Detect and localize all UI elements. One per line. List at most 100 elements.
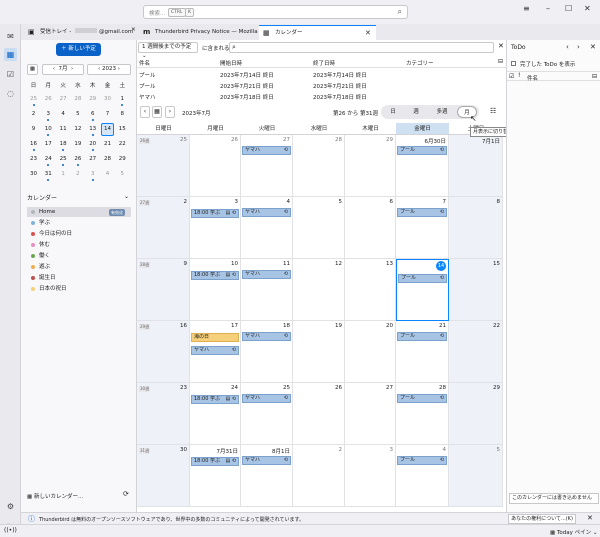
minical-day[interactable]: 3 [42, 108, 55, 121]
calendar-item[interactable]: 休む [27, 240, 131, 250]
settings-icon[interactable]: ⚙ [4, 500, 17, 513]
chevron-left-icon[interactable]: ‹ [98, 66, 100, 72]
calendar-item[interactable]: 遊ぶ [27, 262, 131, 272]
event-block[interactable]: ヤマハ ⟲ [191, 346, 239, 355]
close-icon[interactable]: ✕ [498, 42, 504, 50]
view-multiweek[interactable]: 多週 [429, 106, 455, 118]
day-cell[interactable]: 26週 25 [137, 135, 190, 197]
minical-day[interactable]: 4 [101, 168, 114, 181]
chevron-right-icon[interactable]: › [71, 66, 73, 72]
minical-day[interactable]: 14 [101, 123, 114, 136]
new-calendar-button[interactable]: ▦ 新しいカレンダー... [27, 492, 83, 500]
minical-day[interactable]: 29 [116, 153, 129, 166]
calendar-item[interactable]: 学ぶ [27, 218, 131, 228]
day-cell[interactable]: 24 18:00 学ぶ ▤ ⟲ [190, 383, 241, 445]
chevron-left-icon[interactable]: ‹ [566, 43, 569, 51]
minical-day[interactable]: 30 [27, 168, 40, 181]
mail-icon[interactable]: ✉ [4, 30, 17, 43]
today-pane-toggle[interactable]: ▦ Today ペイン ⌄ [550, 528, 597, 536]
day-cell[interactable]: 5 [449, 445, 503, 507]
event-block[interactable]: 海の日 [191, 333, 239, 342]
chevron-left-icon[interactable]: ‹ [53, 66, 55, 72]
minical-day[interactable]: 18 [57, 138, 70, 151]
calendar-item[interactable]: Home 有効化 [27, 207, 131, 217]
day-cell[interactable]: 3 18:00 学ぶ ▤ ⟲ [190, 197, 241, 259]
event-block[interactable]: プール ⟲ [397, 146, 447, 155]
day-cell[interactable]: 27週 2 [137, 197, 190, 259]
col-end[interactable]: 終了日時 [313, 59, 335, 67]
minical-day[interactable]: 27 [57, 93, 70, 106]
day-cell[interactable]: 19 [293, 321, 345, 383]
minical-day[interactable]: 2 [71, 168, 84, 181]
day-cell[interactable]: 28 [293, 135, 345, 197]
event-block[interactable]: プール ⟲ [397, 456, 447, 465]
day-cell[interactable]: 14 プール ⟲ [396, 259, 449, 321]
day-cell[interactable]: 25 ヤマハ ⟲ [241, 383, 293, 445]
day-cell[interactable]: 11 ヤマハ ⟲ [241, 259, 293, 321]
event-block[interactable]: プール ⟲ [398, 274, 447, 283]
minical-day[interactable]: 12 [71, 123, 84, 136]
minical-day[interactable]: 5 [71, 108, 84, 121]
event-block[interactable]: 18:00 学ぶ ▤ ⟲ [191, 395, 239, 404]
filter-select[interactable]: 1 週間後までの予定 ⌄ [138, 42, 198, 59]
day-cell[interactable]: 15 [449, 259, 503, 321]
day-cell[interactable]: 29 [449, 383, 503, 445]
calendar-space-icon[interactable]: ▦ [4, 48, 17, 61]
day-cell[interactable]: 2 [293, 445, 345, 507]
day-cell[interactable]: 22 [449, 321, 503, 383]
event-block[interactable]: ヤマハ ⟲ [242, 270, 291, 279]
event-block[interactable]: 18:00 学ぶ ▤ ⟲ [191, 457, 239, 466]
chevron-right-icon[interactable]: › [118, 66, 120, 72]
event-block[interactable]: ヤマハ ⟲ [242, 332, 291, 341]
day-cell[interactable]: 20 [345, 321, 396, 383]
minical-day[interactable]: 1 [116, 93, 129, 106]
chat-icon[interactable]: ◌ [4, 87, 17, 100]
minical-day[interactable]: 29 [86, 93, 99, 106]
tab-inbox[interactable]: ▣ 受信トレイ - @gmail.com [24, 25, 136, 40]
col-start[interactable]: 開始日時 [220, 59, 242, 67]
chevron-right-icon[interactable]: › [577, 43, 580, 51]
event-block[interactable]: ヤマハ ⟲ [242, 146, 291, 155]
tab-calendar[interactable]: ▦ カレンダー ✕ [259, 25, 376, 40]
view-week[interactable]: 週 [405, 106, 427, 118]
tab-close-icon[interactable]: ✕ [131, 27, 136, 33]
event-block[interactable]: ヤマハ ⟲ [242, 456, 291, 465]
column-picker-icon[interactable]: ⊟ [592, 73, 597, 80]
event-block[interactable]: プール ⟲ [397, 394, 447, 403]
minical-day[interactable]: 2 [27, 108, 40, 121]
minical-day[interactable]: 5 [116, 168, 129, 181]
minical-day[interactable]: 1 [57, 168, 70, 181]
minical-day[interactable]: 27 [86, 153, 99, 166]
col-title[interactable]: 件名 [139, 59, 150, 67]
minical-day[interactable]: 6 [86, 108, 99, 121]
minical-day[interactable]: 9 [27, 123, 40, 136]
todo-col-title[interactable]: 件名 [527, 74, 538, 82]
minical-day[interactable]: 21 [101, 138, 114, 151]
minical-day[interactable]: 17 [42, 138, 55, 151]
minical-day[interactable]: 3 [86, 168, 99, 181]
minical-year-nav[interactable]: ‹ 2023 › [87, 64, 131, 75]
day-cell[interactable]: 26 [190, 135, 241, 197]
minical-day[interactable]: 23 [27, 153, 40, 166]
minical-day[interactable]: 25 [57, 153, 70, 166]
minical-day[interactable]: 30 [101, 93, 114, 106]
event-list-row[interactable]: ヤマハ 2023年7月18日 終日 2023年7月18日 終日 [137, 91, 506, 101]
minical-day[interactable]: 24 [42, 153, 55, 166]
day-cell[interactable]: 5 [293, 197, 345, 259]
global-search-input[interactable]: 検索... CTRL K ⌕ [143, 5, 408, 19]
day-cell[interactable]: 8 [449, 197, 503, 259]
tab-close-icon[interactable]: ✕ [365, 26, 371, 40]
day-cell[interactable]: 7月1日 [449, 135, 503, 197]
day-cell[interactable]: 17 海の日 ヤマハ ⟲ [190, 321, 241, 383]
day-cell[interactable]: 4 ヤマハ ⟲ [241, 197, 293, 259]
maximize-button[interactable]: ☐ [565, 4, 572, 13]
day-cell[interactable]: 28 プール ⟲ [396, 383, 449, 445]
calendar-item[interactable]: 今日は何の日 [27, 229, 131, 239]
tasks-icon[interactable]: ☑ [4, 68, 17, 81]
column-picker-icon[interactable]: ⊟ [498, 58, 503, 65]
day-cell[interactable]: 27 [345, 383, 396, 445]
day-cell[interactable]: 3 [345, 445, 396, 507]
day-cell[interactable]: 6 [345, 197, 396, 259]
minical-day[interactable]: 11 [57, 123, 70, 136]
minical-day[interactable]: 25 [27, 93, 40, 106]
